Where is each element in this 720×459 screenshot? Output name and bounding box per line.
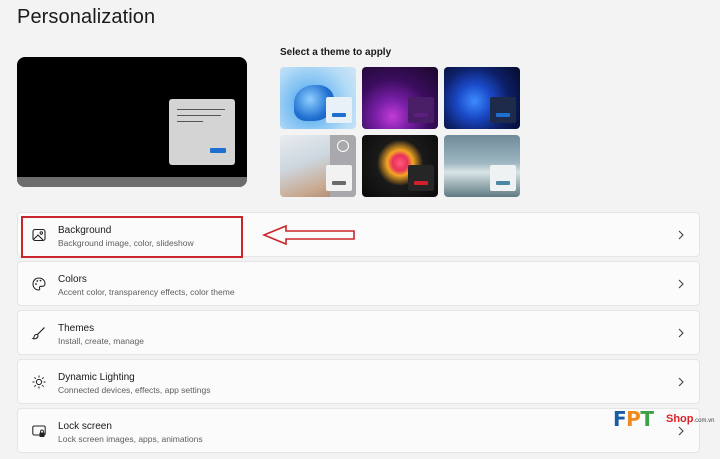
row-subtitle: Accent color, transparency effects, colo…	[58, 287, 235, 297]
preview-window	[169, 99, 235, 165]
highlight-box	[21, 216, 243, 258]
settings-row-lock-screen[interactable]: Lock screen Lock screen images, apps, an…	[17, 408, 700, 453]
themes-label: Select a theme to apply	[280, 47, 392, 58]
sun-icon	[32, 375, 46, 389]
row-subtitle: Connected devices, effects, app settings	[58, 385, 211, 395]
theme-thumbnail[interactable]	[444, 135, 520, 197]
settings-row-themes[interactable]: Themes Install, create, manage	[17, 310, 700, 355]
row-title: Lock screen	[58, 421, 112, 432]
row-title: Dynamic Lighting	[58, 372, 135, 383]
row-title: Themes	[58, 323, 95, 334]
chevron-right-icon	[678, 279, 684, 289]
theme-preview	[17, 57, 247, 187]
preview-taskbar	[17, 177, 247, 187]
brush-icon	[31, 327, 45, 340]
chevron-right-icon	[678, 377, 684, 387]
theme-thumbnail[interactable]	[280, 67, 356, 129]
settings-row-dynamic-lighting[interactable]: Dynamic Lighting Connected devices, effe…	[17, 359, 700, 404]
annotation-arrow-icon	[262, 224, 355, 246]
palette-icon	[32, 277, 46, 291]
settings-row-colors[interactable]: Colors Accent color, transparency effect…	[17, 261, 700, 306]
chevron-right-icon	[678, 328, 684, 338]
theme-thumbnail[interactable]	[444, 67, 520, 129]
chevron-right-icon	[678, 230, 684, 240]
row-subtitle: Install, create, manage	[58, 336, 144, 346]
row-subtitle: Lock screen images, apps, animations	[58, 434, 203, 444]
theme-thumbnail[interactable]	[362, 135, 438, 197]
theme-grid	[280, 67, 523, 198]
page-title: Personalization	[17, 6, 156, 28]
lock-screen-icon	[32, 425, 46, 437]
row-title: Colors	[58, 274, 87, 285]
fpt-shop-logo: FPT Shop.com.vn	[613, 407, 715, 431]
theme-thumbnail[interactable]	[280, 135, 356, 197]
theme-thumbnail[interactable]	[362, 67, 438, 129]
